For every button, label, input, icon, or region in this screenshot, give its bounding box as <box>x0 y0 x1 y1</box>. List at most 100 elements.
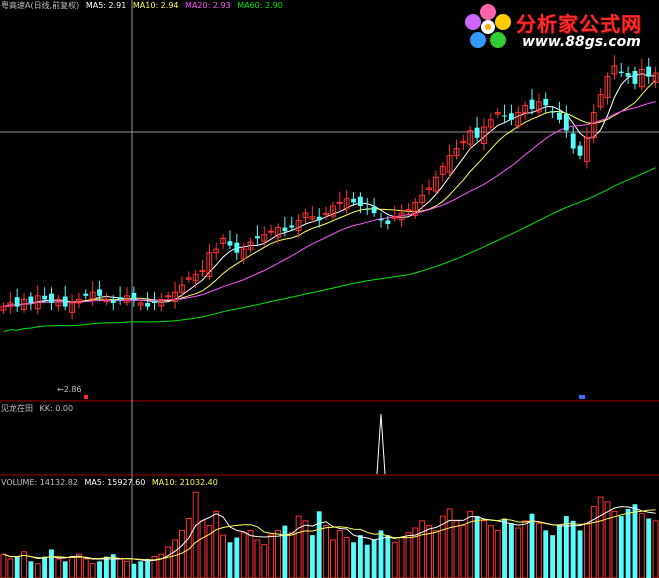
volume-bar-down <box>234 537 240 578</box>
candle-body-up <box>199 270 206 273</box>
candle-body-down <box>289 225 295 228</box>
candle-body-down <box>632 70 638 84</box>
candle-body-down <box>49 293 54 303</box>
volume-bar-up <box>515 527 522 578</box>
candle-body-down <box>110 299 116 303</box>
candle-body-down <box>227 241 233 246</box>
ma5-readout: MA5: 2.91 <box>85 1 127 10</box>
volume-bar-down <box>103 556 109 578</box>
volume-bar-up <box>652 520 659 578</box>
candle-body-down <box>618 71 624 74</box>
volume-bar-up <box>192 491 199 578</box>
kline-chart[interactable] <box>0 0 659 578</box>
kk-readout: KK: 0.00 <box>39 404 74 413</box>
volume-bar-down <box>357 535 363 578</box>
volume-bar-down <box>557 525 562 578</box>
volume-bar-up <box>460 525 467 578</box>
candle-body-down <box>646 66 652 77</box>
volume-bar-down <box>646 518 652 578</box>
volume-bar-down <box>316 511 322 578</box>
candle-body-down <box>14 297 20 307</box>
ma20-readout: MA20: 2.93 <box>185 1 231 10</box>
volume-bar-up <box>391 541 398 578</box>
volume-bar-up <box>405 532 412 578</box>
candle-body-up <box>336 201 343 204</box>
vol-ma5-readout: MA5: 15927.60 <box>84 478 146 487</box>
volume-bar-down <box>543 530 549 578</box>
volume-bar-up <box>638 513 645 578</box>
volume-bar-up <box>432 529 439 578</box>
volume-bar-down <box>570 520 576 578</box>
volume-bar-down <box>49 549 54 578</box>
candle-body-down <box>625 73 631 77</box>
volume-bar-up <box>487 525 494 578</box>
volume-bar-down <box>14 556 20 578</box>
volume-bar-up <box>446 508 453 578</box>
candle-body-down <box>474 127 480 138</box>
volume-bar-down <box>625 508 631 578</box>
volume-bar-up <box>288 532 295 578</box>
candle-body-down <box>563 114 569 131</box>
volume-bar-down <box>618 516 624 578</box>
volume-bar-down <box>529 513 535 578</box>
stock-chart-window[interactable]: 粤高速A(日线,前复权) MA5: 2.91 MA10: 2.94 MA20: … <box>0 0 659 578</box>
candle-body-down <box>62 296 68 307</box>
site-logo: 分析家公式网 www.88gs.com <box>458 0 658 58</box>
candle-body-up <box>268 230 275 233</box>
candle-body-down <box>117 297 123 300</box>
candle-body-down <box>385 220 391 224</box>
candle-body-down <box>145 303 151 307</box>
volume-bar-up <box>165 546 172 578</box>
candle-body-down <box>371 206 377 214</box>
volume-bar-up <box>268 534 275 578</box>
event-marker <box>579 395 585 399</box>
volume-bar-up <box>69 556 76 578</box>
candle-body-down <box>282 227 288 232</box>
candle-body-down <box>28 296 34 303</box>
volume-bar-up <box>240 532 247 578</box>
volume-bar-up <box>398 537 405 578</box>
volume-bar-up <box>7 558 14 578</box>
volume-panel-header: VOLUME: 14132.82 MA5: 15927.60 MA10: 210… <box>1 478 222 487</box>
logo-url: www.88gs.com <box>522 34 641 50</box>
volume-bar-down <box>550 535 556 578</box>
stock-name: 粤高速A <box>1 1 31 10</box>
volume-bar-up <box>481 520 487 578</box>
candle-body-down <box>351 198 356 203</box>
candle-body-down <box>550 111 556 113</box>
volume-bar-up <box>254 539 261 578</box>
volume-bar-down <box>371 539 377 578</box>
candle-body-up <box>165 295 172 298</box>
volume-bar-up <box>522 520 529 578</box>
volume-bar-up <box>494 529 501 578</box>
candle-body-down <box>316 216 322 221</box>
volume-bar-down <box>309 535 315 578</box>
indicator-panel-header: 见龙在田 KK: 0.00 <box>1 404 77 413</box>
volume-bar-down <box>385 535 391 578</box>
candle-body-down <box>502 115 507 117</box>
volume-bar-up <box>89 563 96 578</box>
volume-bar-up <box>247 529 254 578</box>
volume-bar-up <box>220 534 227 578</box>
volume-bar-up <box>336 529 343 578</box>
volume-bar-up <box>419 520 426 578</box>
volume-bar-up <box>76 553 82 578</box>
volume-bar-up <box>117 558 124 578</box>
signal-marker <box>84 395 88 399</box>
volume-bar-down <box>474 516 480 578</box>
ma10-readout: MA10: 2.94 <box>132 1 179 10</box>
candle-body-down <box>131 292 137 300</box>
volume-bar-up <box>213 510 220 578</box>
flower-logo-icon <box>465 4 511 48</box>
candle-body-down <box>42 295 48 300</box>
logo-title: 分析家公式网 <box>516 12 642 36</box>
candle-body-down <box>364 208 370 210</box>
price-panel-header: 粤高速A(日线,前复权) MA5: 2.91 MA10: 2.94 MA20: … <box>1 1 287 10</box>
volume-bar-down <box>351 542 356 578</box>
volume-bar-up <box>82 558 89 578</box>
candle-body-down <box>508 113 514 120</box>
volume-bar-up <box>323 525 329 578</box>
candle-body-down <box>254 236 260 239</box>
volume-bar-down <box>577 530 583 578</box>
volume-bar-up <box>453 520 460 578</box>
